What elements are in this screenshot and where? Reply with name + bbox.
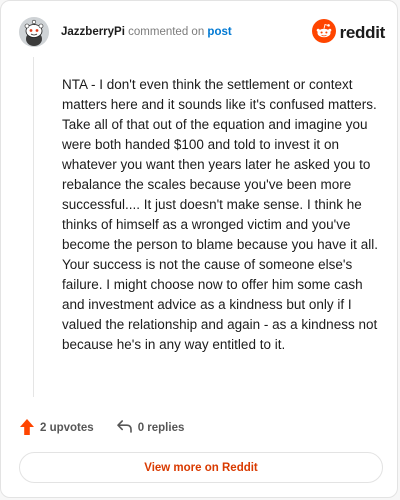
action-text: commented on xyxy=(128,26,205,38)
upvote-count: 2 upvotes xyxy=(40,422,94,434)
comment-body: NTA - I don't even think the settlement … xyxy=(62,77,378,352)
thread-line xyxy=(33,57,34,397)
comment-actions: 2 upvotes 0 replies xyxy=(19,417,184,439)
snoo-avatar-icon[interactable] xyxy=(19,17,49,47)
reddit-logo-icon xyxy=(311,18,336,48)
comment-embed-card: JazzberryPi commented on post reddit NTA… xyxy=(0,0,398,498)
reddit-brand[interactable]: reddit xyxy=(311,18,386,48)
upvote-arrow-icon xyxy=(19,418,40,439)
view-more-button[interactable]: View more on Reddit xyxy=(19,452,383,483)
post-link[interactable]: post xyxy=(207,26,231,38)
replies-count: 0 replies xyxy=(137,422,185,434)
reply-arrow-icon xyxy=(116,419,138,437)
author-line: JazzberryPi commented on post xyxy=(61,26,232,38)
comment-header: JazzberryPi commented on post reddit xyxy=(19,17,385,53)
author-username[interactable]: JazzberryPi xyxy=(61,26,125,38)
replies-button[interactable]: 0 replies xyxy=(116,419,185,437)
reddit-wordmark: reddit xyxy=(339,23,386,42)
upvote-button[interactable]: 2 upvotes xyxy=(19,418,94,439)
